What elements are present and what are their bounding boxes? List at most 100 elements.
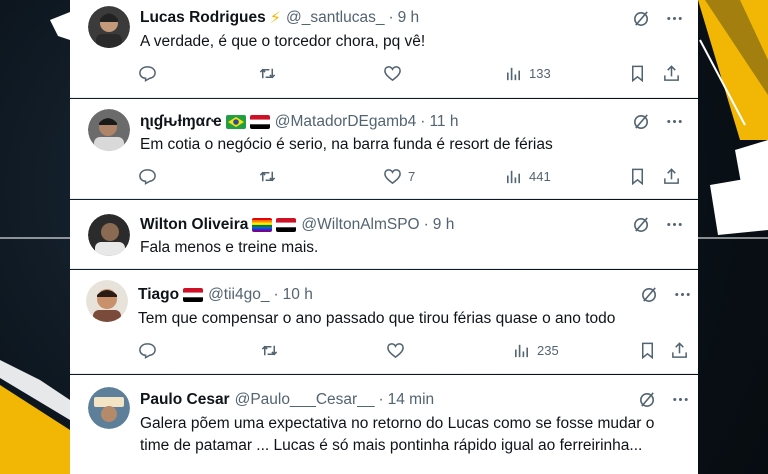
display-name[interactable]: Tiago [138,286,179,304]
repost-button[interactable] [258,64,283,83]
repost-icon [259,68,276,79]
bookmark-icon [631,168,644,186]
timestamp[interactable]: 14 min [388,391,435,409]
reply-icon [139,169,156,185]
reply-top-icons [632,9,684,33]
like-button[interactable] [386,341,411,360]
repost-icon [259,171,276,182]
reply-button[interactable] [138,167,163,186]
display-name[interactable]: Lucas Rodrigues [140,9,266,27]
repost-button[interactable] [260,341,285,360]
views-button[interactable]: 235 [512,341,559,360]
grok-icon[interactable] [632,215,651,239]
reply-header: ɳιɠԋƚɱαɾҽ @MatadorDEgamb4 · 11 h [140,112,458,132]
grok-icon[interactable] [638,390,657,414]
more-options-icon[interactable] [665,9,684,33]
avatar[interactable] [86,280,128,322]
reply-card[interactable]: Lucas Rodrigues ⚡ @_santlucas_ · 9 h A v… [70,0,698,98]
reply-text: Galera põem uma expectativa no retorno d… [140,415,655,454]
reply-button[interactable] [138,341,163,360]
share-icon [664,65,679,81]
separator-dot: · [388,9,394,26]
views-icon [514,344,529,358]
more-options-icon[interactable] [665,112,684,136]
reply-text: Fala menos e treine mais. [140,239,319,256]
reply-header: Tiago @tii4go_ · 10 h [138,285,313,305]
heart-icon [384,169,401,185]
heart-icon [387,343,404,359]
more-options-icon[interactable] [671,390,690,414]
views-icon [506,67,521,81]
bookmark-button[interactable] [628,167,647,186]
reply-button[interactable] [138,64,163,83]
bookmark-button[interactable] [638,341,657,360]
reply-card[interactable]: Wilton Oliveira @WiltonAlmSPO · 9 h Fala… [70,200,698,269]
views-count: 235 [537,343,559,358]
more-options-icon[interactable] [673,285,692,309]
reply-actions: 133 [138,64,683,86]
like-button[interactable]: 7 [383,167,415,186]
reply-header: Paulo Cesar @Paulo___Cesar__ · 14 min [140,390,434,410]
bookmark-button[interactable] [628,64,647,83]
repost-icon [261,345,278,356]
reply-top-icons [640,285,692,309]
reply-top-icons [632,112,684,136]
avatar[interactable] [88,214,130,256]
user-handle[interactable]: @Paulo___Cesar__ [235,391,375,409]
heart-icon [384,66,401,82]
user-handle[interactable]: @tii4go_ [208,286,269,304]
views-icon [506,170,521,184]
egypt-flag-icon [276,218,297,232]
reply-top-icons [638,390,690,414]
share-button[interactable] [662,167,681,186]
views-button[interactable]: 133 [504,64,551,83]
reply-card[interactable]: Tiago @tii4go_ · 10 h Tem que compensar … [70,270,698,374]
timestamp[interactable]: 10 h [283,286,313,304]
like-button[interactable] [383,64,408,83]
share-button[interactable] [662,64,681,83]
like-count: 7 [408,169,416,184]
egypt-flag-icon [183,288,204,302]
avatar[interactable] [88,6,130,48]
reply-icon [139,343,156,359]
grok-icon[interactable] [632,9,651,33]
avatar[interactable] [88,387,130,429]
reply-header: Wilton Oliveira @WiltonAlmSPO · 9 h [140,215,454,235]
views-count: 441 [529,169,551,184]
reply-text: Tem que compensar o ano passado que tiro… [138,310,616,327]
user-handle[interactable]: @MatadorDEgamb4 [275,113,417,131]
reply-text: Em cotia o negócio é serio, na barra fun… [140,136,553,153]
separator-dot: · [420,113,426,130]
bookmark-icon [641,342,654,360]
reply-actions: 7 441 [138,167,683,189]
views-button[interactable]: 441 [504,167,551,186]
lightning-emoji-icon: ⚡ [269,10,281,27]
reply-card[interactable]: Paulo Cesar @Paulo___Cesar__ · 14 min Ga… [70,375,698,474]
user-handle[interactable]: @_santlucas_ [286,9,384,27]
grok-icon[interactable] [640,285,659,309]
user-handle[interactable]: @WiltonAlmSPO [301,216,419,234]
rainbow-flag-icon [252,218,273,232]
display-name[interactable]: Wilton Oliveira [140,216,248,234]
reply-text: A verdade, é que o torcedor chora, pq vê… [140,33,426,50]
more-options-icon[interactable] [665,215,684,239]
share-button[interactable] [670,341,689,360]
separator-dot: · [423,216,429,233]
display-name[interactable]: Paulo Cesar [140,391,230,409]
avatar[interactable] [88,109,130,151]
reply-card[interactable]: ɳιɠԋƚɱαɾҽ @MatadorDEgamb4 · 11 h Em coti… [70,99,698,199]
reply-actions: 235 [138,341,690,363]
display-name[interactable]: ɳιɠԋƚɱαɾҽ [140,113,222,131]
egypt-flag-icon [249,115,270,129]
repost-button[interactable] [258,167,283,186]
share-icon [664,168,679,184]
brazil-flag-icon [225,115,246,129]
timestamp[interactable]: 9 h [433,216,455,234]
reply-top-icons [632,215,684,239]
share-icon [672,342,687,358]
timestamp[interactable]: 11 h [429,113,458,131]
timestamp[interactable]: 9 h [398,9,420,27]
reply-header: Lucas Rodrigues ⚡ @_santlucas_ · 9 h [140,8,419,28]
separator-dot: · [273,286,279,303]
grok-icon[interactable] [632,112,651,136]
